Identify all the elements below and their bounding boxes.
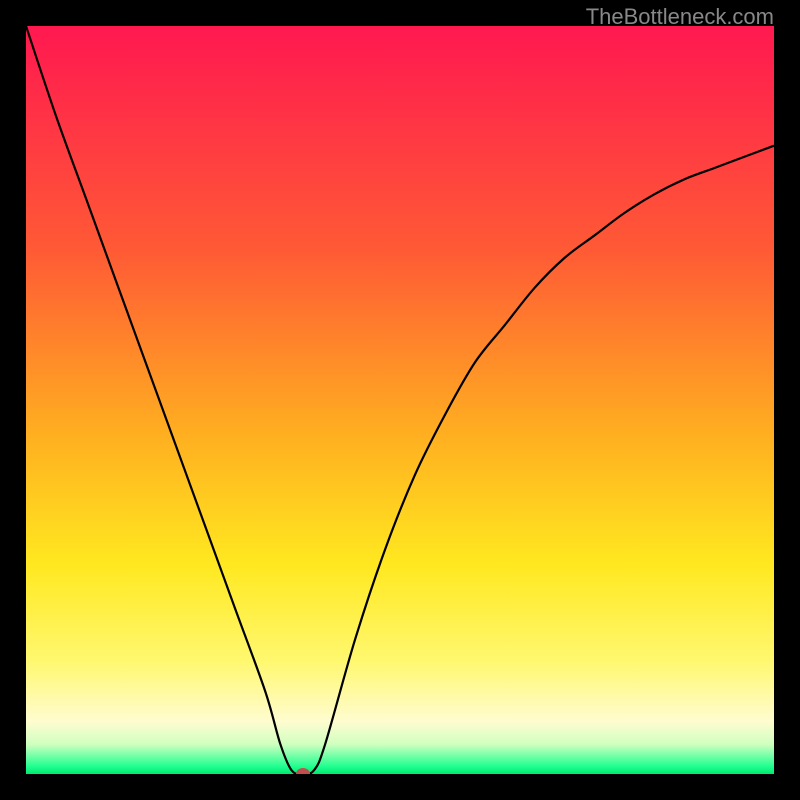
watermark-text: TheBottleneck.com: [586, 4, 774, 30]
chart-curve: [26, 26, 774, 774]
chart-plot-area: [26, 26, 774, 774]
optimum-marker: [296, 768, 310, 774]
